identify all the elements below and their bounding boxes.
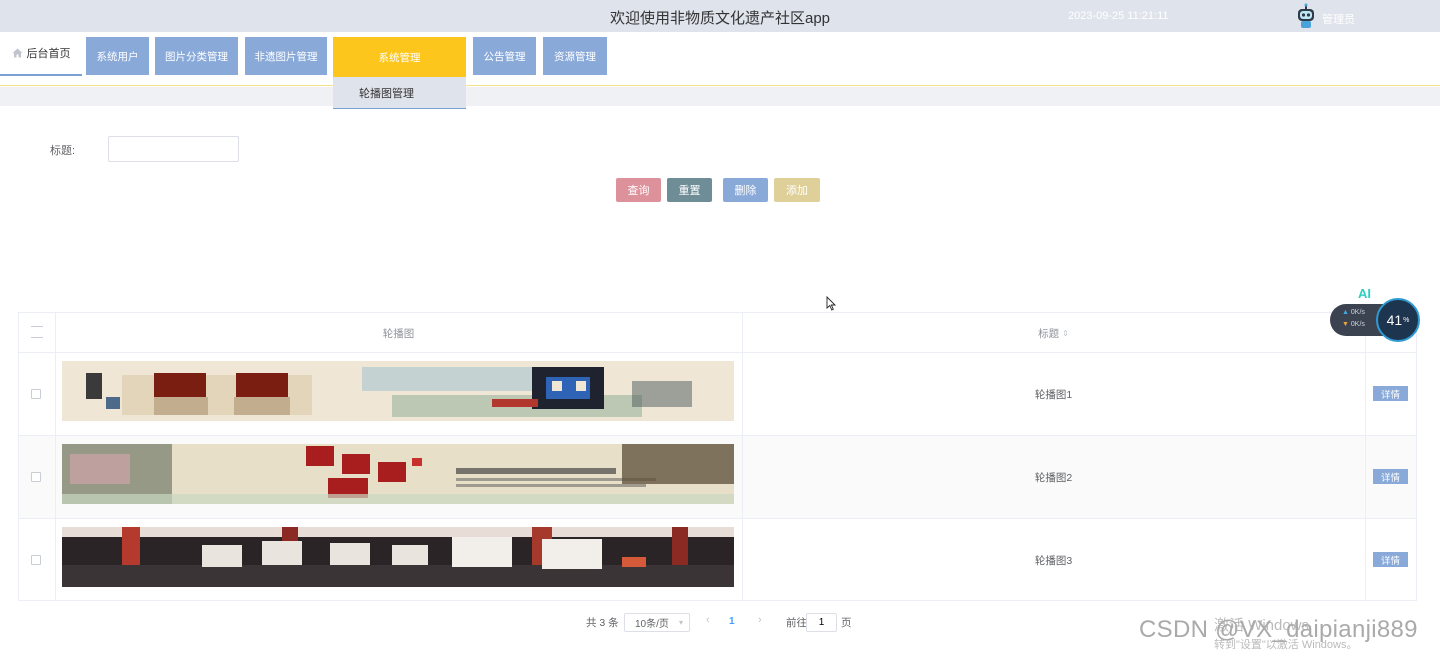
download-speed-value: 0K/s	[1350, 321, 1365, 328]
table-row: 轮播图3 详情	[19, 519, 1416, 602]
nav-item-system-management[interactable]: 系统管理	[333, 37, 466, 77]
home-icon	[12, 48, 22, 58]
row-checkbox[interactable]	[31, 389, 41, 399]
system-monitor-widget[interactable]: AI ▲ 0K/s ▼ 0K/s 41%	[1330, 286, 1422, 342]
datetime-text: 2023-09-25 11:21:11	[1068, 10, 1169, 22]
column-divider	[1365, 313, 1366, 600]
nav-item-announcements[interactable]: 公告管理	[473, 37, 536, 75]
page-size-value: 10条/页	[635, 619, 669, 630]
row-checkbox[interactable]	[31, 555, 41, 565]
title-search-label: 标题:	[50, 145, 76, 157]
download-arrow-icon: ▼	[1342, 321, 1349, 328]
banner-image-heritage-dark	[62, 527, 734, 587]
banner-image-heritage-poster	[62, 444, 734, 504]
user-role-label[interactable]: 管理员	[1322, 11, 1355, 27]
table-header: 轮播图 标题 ⇕	[19, 313, 1416, 353]
mouse-cursor-icon	[826, 296, 836, 311]
column-divider	[55, 313, 56, 600]
query-button[interactable]: 查询	[616, 178, 661, 202]
ai-label: AI	[1358, 286, 1371, 301]
current-page-number[interactable]: 1	[729, 616, 735, 627]
robot-avatar-icon[interactable]	[1294, 3, 1318, 29]
chevron-down-icon: ▾	[678, 618, 683, 627]
table-row: 轮播图1 详情	[19, 353, 1416, 436]
detail-button[interactable]: 详情	[1373, 552, 1408, 567]
nav-item-system-users[interactable]: 系统用户	[86, 37, 149, 75]
goto-prefix-label: 前往	[786, 617, 807, 629]
csdn-watermark: CSDN @VX_daipianji889	[1139, 616, 1418, 643]
goto-page-input[interactable]	[806, 613, 837, 632]
column-divider	[742, 313, 743, 600]
prev-page-icon[interactable]: ‹	[706, 614, 710, 626]
upload-speed-value: 0K/s	[1350, 309, 1365, 316]
goto-suffix-label: 页	[841, 617, 852, 629]
carousel-table: 轮播图 标题 ⇕ 轮播图1 详情 轮播图2 详情 轮播图3 详情	[18, 312, 1417, 601]
cpu-usage-unit: %	[1403, 316, 1410, 324]
next-page-icon[interactable]: ›	[758, 614, 762, 626]
nav-home-tab[interactable]: 后台首页	[0, 32, 82, 76]
upload-arrow-icon: ▲	[1342, 309, 1349, 316]
top-bar: 欢迎使用非物质文化遗产社区app 2023-09-25 11:21:11 管理员	[0, 0, 1440, 32]
row-checkbox[interactable]	[31, 472, 41, 482]
column-header-title-label: 标题	[1038, 328, 1060, 340]
title-search-input[interactable]	[108, 136, 239, 162]
main-nav: 后台首页 系统用户 图片分类管理 非遗图片管理 系统管理 公告管理 资源管理	[0, 32, 1440, 86]
add-button[interactable]: 添加	[774, 178, 820, 202]
delete-button[interactable]: 删除	[723, 178, 768, 202]
column-header-image: 轮播图	[382, 328, 415, 340]
submenu-item-carousel[interactable]: 轮播图管理	[333, 77, 466, 109]
nav-item-resources[interactable]: 资源管理	[543, 37, 607, 75]
page-size-select[interactable]: 10条/页 ▾	[624, 613, 690, 632]
column-header-title[interactable]: 标题 ⇕	[742, 326, 1365, 341]
app-title: 欢迎使用非物质文化遗产社区app	[609, 10, 831, 27]
pagination-total: 共 3 条	[586, 617, 619, 629]
table-row: 轮播图2 详情	[19, 436, 1416, 519]
cpu-usage-gauge: 41%	[1376, 298, 1420, 342]
content-band	[0, 87, 1440, 106]
select-all-checkbox[interactable]	[31, 326, 43, 338]
nav-item-image-category[interactable]: 图片分类管理	[155, 37, 238, 75]
detail-button[interactable]: 详情	[1373, 469, 1408, 484]
cpu-usage-value: 41	[1386, 312, 1403, 328]
download-speed: ▼ 0K/s	[1342, 321, 1365, 328]
banner-image-opera-mask	[62, 361, 734, 421]
detail-button[interactable]: 详情	[1373, 386, 1408, 401]
upload-speed: ▲ 0K/s	[1342, 309, 1365, 316]
row-title: 轮播图2	[1034, 472, 1073, 484]
row-title: 轮播图1	[1034, 389, 1073, 401]
nav-home-label: 后台首页	[26, 48, 71, 60]
nav-item-heritage-images[interactable]: 非遗图片管理	[245, 37, 327, 75]
reset-button[interactable]: 重置	[667, 178, 712, 202]
sort-caret-icon[interactable]: ⇕	[1062, 330, 1069, 338]
row-title: 轮播图3	[1034, 555, 1073, 567]
